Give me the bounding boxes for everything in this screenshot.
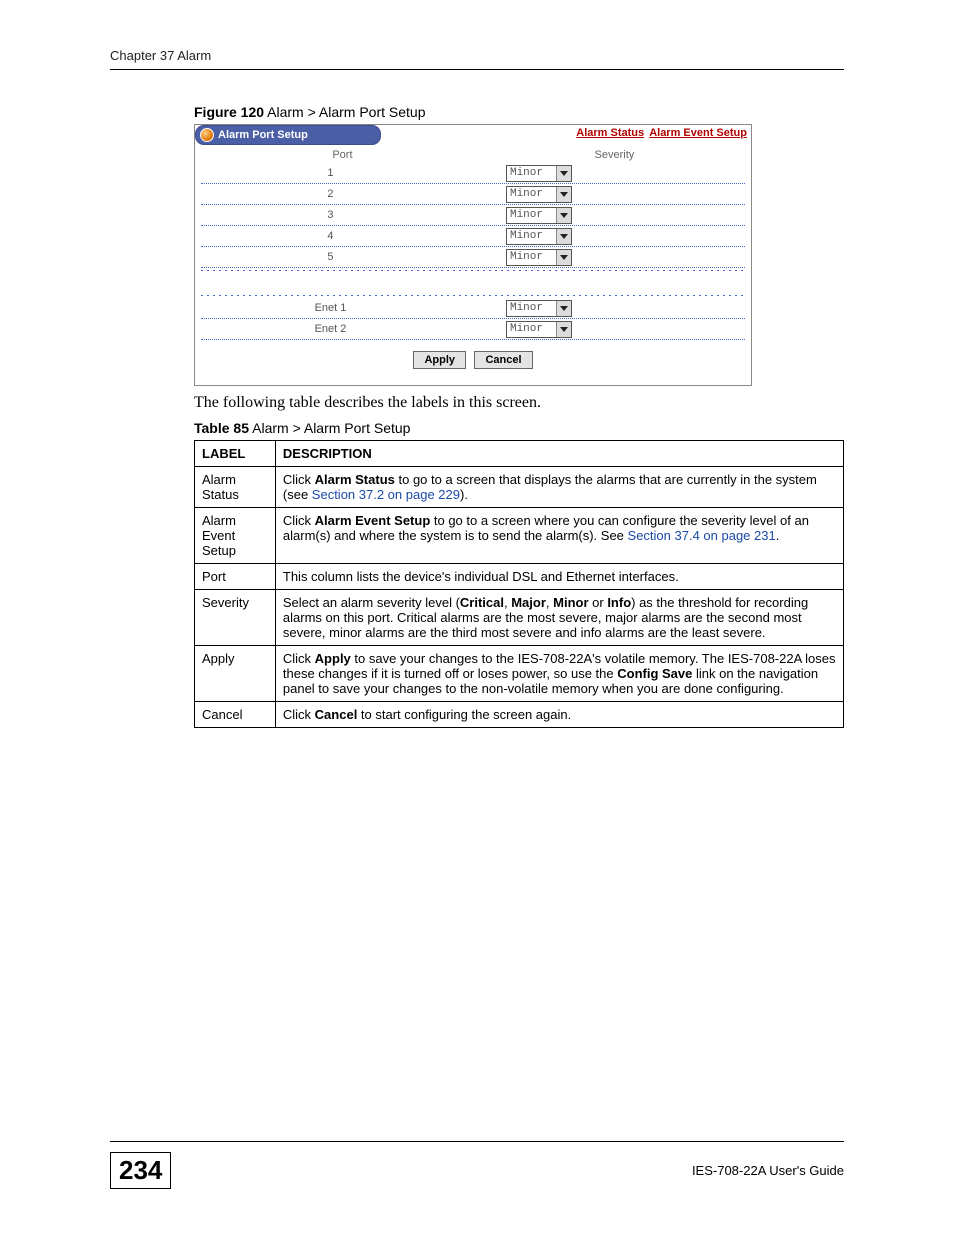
label-cell: Port bbox=[195, 564, 276, 590]
desc-cell: Select an alarm severity level (Critical… bbox=[275, 590, 843, 646]
cancel-button[interactable]: Cancel bbox=[474, 351, 532, 369]
severity-select[interactable]: Minor bbox=[506, 207, 572, 224]
port-cell: Enet 1 bbox=[201, 302, 460, 314]
table-caption: Table 85 Alarm > Alarm Port Setup bbox=[194, 420, 844, 436]
table-row: Port This column lists the device's indi… bbox=[195, 564, 844, 590]
table-row: Enet 2 Minor bbox=[201, 319, 745, 340]
table-row: Cancel Click Cancel to start configuring… bbox=[195, 702, 844, 728]
table-row: Alarm Event Setup Click Alarm Event Setu… bbox=[195, 508, 844, 564]
chevron-down-icon[interactable] bbox=[556, 187, 571, 202]
panel-title-pill: Alarm Port Setup bbox=[195, 125, 381, 145]
apply-button[interactable]: Apply bbox=[413, 351, 466, 369]
th-label: LABEL bbox=[195, 441, 276, 467]
label-cell: Alarm Status bbox=[195, 467, 276, 508]
desc-cell: Click Alarm Status to go to a screen tha… bbox=[275, 467, 843, 508]
desc-cell: Click Cancel to start configuring the sc… bbox=[275, 702, 843, 728]
intro-text: The following table describes the labels… bbox=[194, 394, 844, 412]
table-row: Alarm Status Click Alarm Status to go to… bbox=[195, 467, 844, 508]
severity-select[interactable]: Minor bbox=[506, 186, 572, 203]
link-alarm-status[interactable]: Alarm Status bbox=[576, 127, 644, 139]
chevron-down-icon[interactable] bbox=[556, 322, 571, 337]
panel-title: Alarm Port Setup bbox=[218, 129, 308, 141]
severity-select[interactable]: Minor bbox=[506, 249, 572, 266]
table-caption-text: Alarm > Alarm Port Setup bbox=[249, 420, 410, 436]
figure-column-headers: Port Severity bbox=[201, 145, 745, 163]
port-cell: Enet 2 bbox=[201, 323, 460, 335]
table-row: Apply Click Apply to save your changes t… bbox=[195, 646, 844, 702]
figure-screenshot: Alarm Port Setup Alarm Status Alarm Even… bbox=[194, 124, 752, 386]
description-table: LABEL DESCRIPTION Alarm Status Click Ala… bbox=[194, 440, 844, 728]
xref-link[interactable]: Section 37.2 on page 229 bbox=[312, 487, 460, 502]
guide-title: IES-708-22A User's Guide bbox=[692, 1163, 844, 1178]
chevron-down-icon[interactable] bbox=[556, 250, 571, 265]
chevron-down-icon[interactable] bbox=[556, 208, 571, 223]
table-row: 2 Minor bbox=[201, 184, 745, 205]
page-footer: 234 IES-708-22A User's Guide bbox=[110, 1141, 844, 1189]
desc-cell: Click Apply to save your changes to the … bbox=[275, 646, 843, 702]
port-cell: 3 bbox=[201, 209, 460, 221]
chevron-down-icon[interactable] bbox=[556, 301, 571, 316]
port-cell: 1 bbox=[201, 167, 460, 179]
figure-caption-number: Figure 120 bbox=[194, 104, 264, 120]
col-port: Port bbox=[201, 149, 484, 161]
chevron-down-icon[interactable] bbox=[556, 166, 571, 181]
col-severity: Severity bbox=[484, 149, 745, 161]
port-cell: 4 bbox=[201, 230, 460, 242]
label-cell: Severity bbox=[195, 590, 276, 646]
port-cell: 5 bbox=[201, 251, 460, 263]
bullet-icon bbox=[200, 128, 214, 142]
label-cell: Alarm Event Setup bbox=[195, 508, 276, 564]
xref-link[interactable]: Section 37.4 on page 231 bbox=[628, 528, 776, 543]
table-row: Severity Select an alarm severity level … bbox=[195, 590, 844, 646]
link-alarm-event-setup[interactable]: Alarm Event Setup bbox=[649, 127, 747, 139]
figure-caption-text: Alarm > Alarm Port Setup bbox=[264, 104, 425, 120]
port-cell: 2 bbox=[201, 188, 460, 200]
table-caption-number: Table 85 bbox=[194, 420, 249, 436]
panel-links: Alarm Status Alarm Event Setup bbox=[574, 127, 747, 139]
severity-select[interactable]: Minor bbox=[506, 321, 572, 338]
table-row: Enet 1 Minor bbox=[201, 298, 745, 319]
label-cell: Cancel bbox=[195, 702, 276, 728]
page-number: 234 bbox=[110, 1152, 171, 1189]
desc-cell: Click Alarm Event Setup to go to a scree… bbox=[275, 508, 843, 564]
running-header: Chapter 37 Alarm bbox=[110, 48, 844, 70]
desc-cell: This column lists the device's individua… bbox=[275, 564, 843, 590]
label-cell: Apply bbox=[195, 646, 276, 702]
figure-caption: Figure 120 Alarm > Alarm Port Setup bbox=[194, 104, 844, 120]
severity-select[interactable]: Minor bbox=[506, 228, 572, 245]
table-row: 5 Minor bbox=[201, 247, 745, 268]
th-description: DESCRIPTION bbox=[275, 441, 843, 467]
severity-select[interactable]: Minor bbox=[506, 300, 572, 317]
table-row: 4 Minor bbox=[201, 226, 745, 247]
chevron-down-icon[interactable] bbox=[556, 229, 571, 244]
severity-select[interactable]: Minor bbox=[506, 165, 572, 182]
table-row: 1 Minor bbox=[201, 163, 745, 184]
torn-separator-icon bbox=[201, 270, 745, 296]
table-row: 3 Minor bbox=[201, 205, 745, 226]
